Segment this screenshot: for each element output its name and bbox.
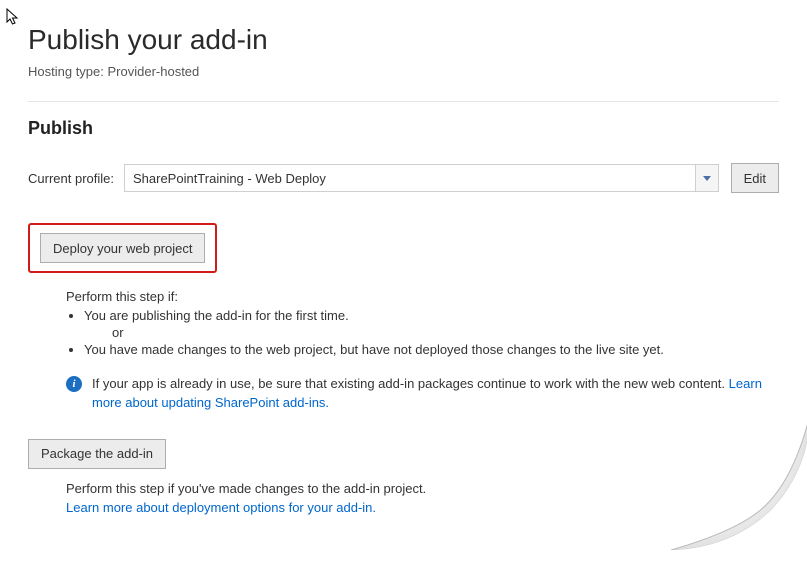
hosting-type: Hosting type: Provider-hosted <box>28 64 779 79</box>
deploy-highlight: Deploy your web project <box>28 223 217 273</box>
current-profile-label: Current profile: <box>28 171 114 186</box>
divider <box>28 101 779 102</box>
deploy-bullet-changes: You have made changes to the web project… <box>84 342 779 357</box>
current-profile-value: SharePointTraining - Web Deploy <box>125 165 695 191</box>
publish-section-heading: Publish <box>28 118 779 139</box>
deploy-bullet-first-time: You are publishing the add-in for the fi… <box>84 308 779 340</box>
deploy-perform-label: Perform this step if: <box>66 289 779 304</box>
hosting-label: Hosting type: <box>28 64 104 79</box>
current-profile-dropdown[interactable]: SharePointTraining - Web Deploy <box>124 164 719 192</box>
info-icon: i <box>66 376 82 392</box>
hosting-value: Provider-hosted <box>108 64 200 79</box>
edit-profile-button[interactable]: Edit <box>731 163 779 193</box>
page-title: Publish your add-in <box>28 24 779 56</box>
mouse-cursor-icon <box>6 8 20 28</box>
learn-more-deployment-link[interactable]: Learn more about deployment options for … <box>66 500 376 515</box>
deploy-info-text: If your app is already in use, be sure t… <box>92 375 779 413</box>
deploy-or-label: or <box>112 325 779 340</box>
package-perform-label: Perform this step if you've made changes… <box>66 479 779 499</box>
package-addin-button[interactable]: Package the add-in <box>28 439 166 469</box>
deploy-web-project-button[interactable]: Deploy your web project <box>40 233 205 263</box>
chevron-down-icon[interactable] <box>695 165 718 191</box>
